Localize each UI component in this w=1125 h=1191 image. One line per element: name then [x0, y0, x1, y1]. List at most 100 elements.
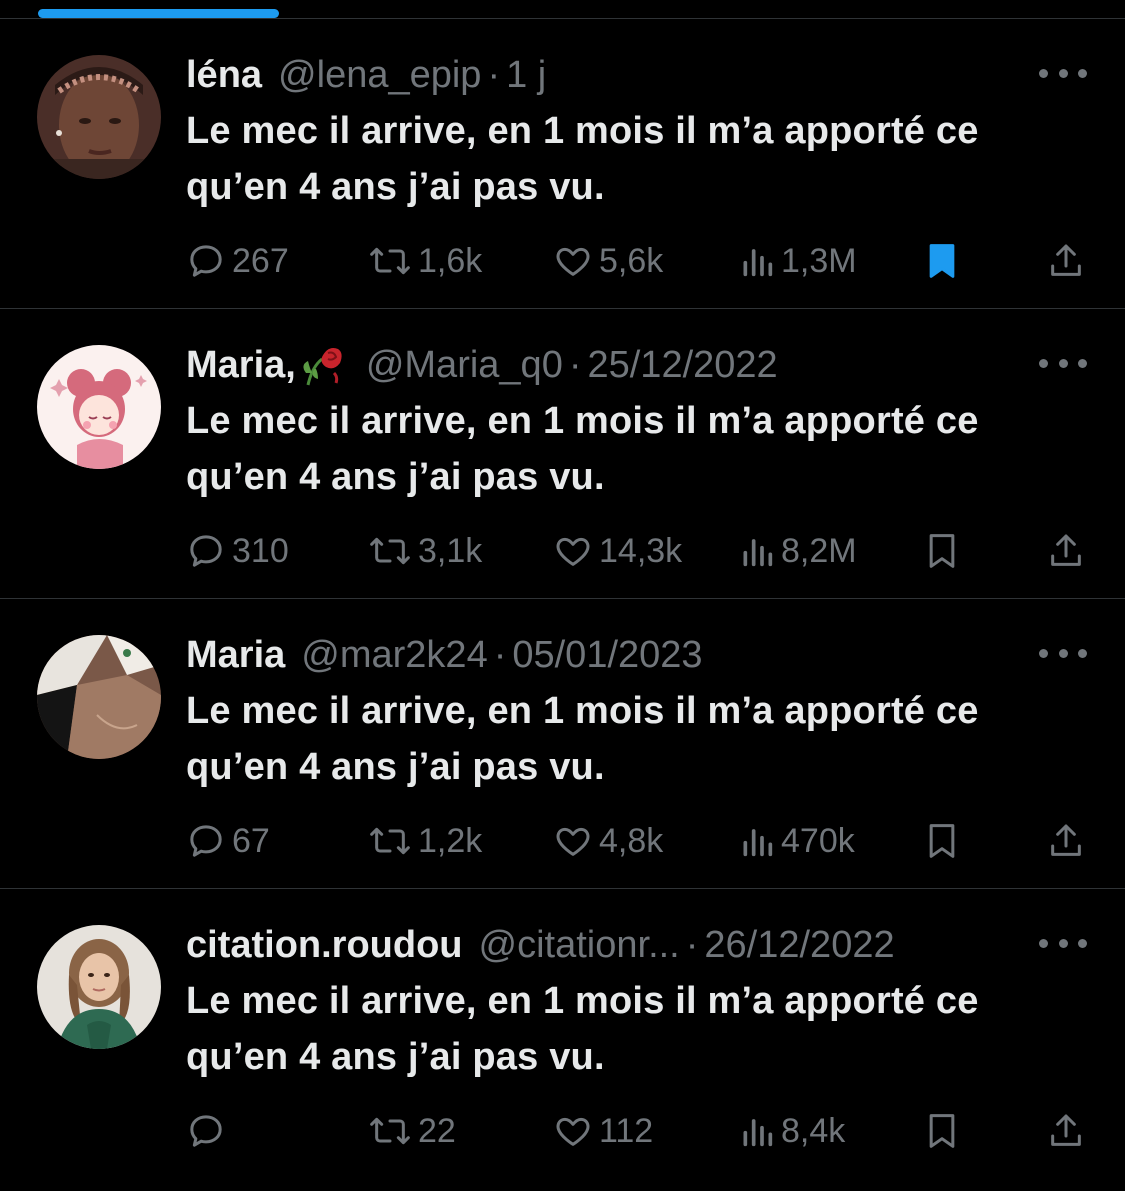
separator-dot: ·: [568, 344, 582, 386]
avatar[interactable]: [37, 55, 161, 179]
views-icon: [743, 539, 773, 567]
share-button[interactable]: [1046, 1109, 1086, 1153]
avatar[interactable]: [37, 925, 161, 1049]
bookmark-icon: [929, 824, 955, 858]
share-button[interactable]: [1046, 529, 1086, 573]
tweet-text-line: qu’en 4 ans j’ai pas vu.: [186, 1036, 605, 1078]
retweet-icon: [370, 247, 410, 275]
retweet-icon: [370, 1117, 410, 1145]
user-handle[interactable]: @mar2k24: [301, 631, 487, 679]
retweet-count: 3,1k: [418, 531, 483, 570]
share-icon: [1051, 534, 1081, 566]
tweet[interactable]: Maria, @Maria_q0 · 25/12/2022 Le mec il …: [0, 309, 1125, 599]
share-icon: [1051, 244, 1081, 276]
tweet-header: Maria, @Maria_q0 · 25/12/2022: [186, 341, 1006, 389]
like-count: 5,6k: [599, 241, 664, 280]
retweet-button[interactable]: 1,6k: [368, 239, 482, 283]
views-button[interactable]: 470k: [739, 819, 855, 863]
tweet-header: léna @lena_epip · 1 j: [186, 51, 1006, 99]
tweet[interactable]: Maria @mar2k24 · 05/01/2023 Le mec il ar…: [0, 599, 1125, 889]
tweet-text-line: Le mec il arrive, en 1 mois il m’a appor…: [186, 400, 979, 442]
like-count: 4,8k: [599, 821, 664, 860]
tweet-feed: léna @lena_epip · 1 j Le mec il arrive, …: [0, 19, 1125, 1179]
heart-icon: [556, 537, 590, 566]
tweet-actions: 310 3,1k 14,3k 8,2M: [186, 529, 1086, 573]
reply-icon: [190, 825, 222, 857]
tweet-date[interactable]: 25/12/2022: [587, 341, 777, 389]
tweet-header: Maria @mar2k24 · 05/01/2023: [186, 631, 1006, 679]
retweet-count: 1,2k: [418, 821, 483, 860]
share-button[interactable]: [1046, 239, 1086, 283]
views-count: 470k: [781, 821, 855, 860]
tweet-text-line: Le mec il arrive, en 1 mois il m’a appor…: [186, 690, 979, 732]
bookmark-button[interactable]: [922, 1109, 962, 1153]
retweet-icon: [370, 537, 410, 565]
reply-button[interactable]: 310: [186, 529, 289, 573]
like-button[interactable]: 14,3k: [553, 529, 682, 573]
display-name[interactable]: léna: [186, 51, 262, 99]
more-icon[interactable]: [1039, 61, 1087, 85]
user-handle[interactable]: @lena_epip: [278, 51, 481, 99]
heart-icon: [556, 1117, 590, 1146]
tweet-actions: 67 1,2k 4,8k 470k: [186, 819, 1086, 863]
display-name[interactable]: Maria,: [186, 341, 296, 389]
views-button[interactable]: 8,2M: [739, 529, 857, 573]
views-button[interactable]: 1,3M: [739, 239, 857, 283]
separator-dot: ·: [493, 634, 507, 676]
tweet-date[interactable]: 05/01/2023: [512, 631, 702, 679]
avatar[interactable]: [37, 345, 161, 469]
like-button[interactable]: 4,8k: [553, 819, 663, 863]
top-tab-bar: [0, 0, 1125, 19]
like-count: 112: [599, 1111, 654, 1150]
user-handle[interactable]: @Maria_q0: [366, 341, 563, 389]
tweet[interactable]: léna @lena_epip · 1 j Le mec il arrive, …: [0, 19, 1125, 309]
retweet-button[interactable]: 22: [368, 1109, 456, 1153]
tweet-text: Le mec il arrive, en 1 mois il m’a appor…: [186, 103, 1066, 215]
tweet-text-line: Le mec il arrive, en 1 mois il m’a appor…: [186, 110, 979, 152]
bookmark-button[interactable]: [922, 819, 962, 863]
views-button[interactable]: 8,4k: [739, 1109, 845, 1153]
reply-button[interactable]: [186, 1109, 232, 1153]
views-count: 8,2M: [781, 531, 857, 570]
tweet-actions: 267 1,6k 5,6k 1,3M: [186, 239, 1086, 283]
tweet-text: Le mec il arrive, en 1 mois il m’a appor…: [186, 393, 1066, 505]
tweet-actions: 22 112 8,4k: [186, 1109, 1086, 1153]
more-icon[interactable]: [1039, 931, 1087, 955]
more-icon[interactable]: [1039, 351, 1087, 375]
reply-button[interactable]: 67: [186, 819, 270, 863]
views-icon: [743, 829, 773, 857]
like-button[interactable]: 5,6k: [553, 239, 663, 283]
user-handle[interactable]: @citationr...: [479, 921, 680, 969]
retweet-count: 22: [418, 1111, 456, 1150]
share-icon: [1051, 824, 1081, 856]
reply-icon: [190, 245, 222, 277]
like-count: 14,3k: [599, 531, 683, 570]
retweet-button[interactable]: 3,1k: [368, 529, 482, 573]
tweet-date[interactable]: 26/12/2022: [704, 921, 894, 969]
active-tab-indicator: [38, 9, 279, 18]
reply-icon: [190, 1115, 222, 1147]
bookmark-button[interactable]: [922, 239, 962, 283]
reply-button[interactable]: 267: [186, 239, 289, 283]
display-name[interactable]: Maria: [186, 631, 285, 679]
share-icon: [1051, 1114, 1081, 1146]
separator-dot: ·: [685, 924, 699, 966]
wilted-rose-emoji: [303, 348, 342, 386]
views-count: 8,4k: [781, 1111, 846, 1150]
retweet-count: 1,6k: [418, 241, 483, 280]
bookmark-icon: [929, 244, 955, 278]
share-button[interactable]: [1046, 819, 1086, 863]
bookmark-button[interactable]: [922, 529, 962, 573]
separator-dot: ·: [487, 54, 501, 96]
more-icon[interactable]: [1039, 641, 1087, 665]
tweet-date[interactable]: 1 j: [506, 51, 546, 99]
tweet-header: citation.roudou @citationr... · 26/12/20…: [186, 921, 1006, 969]
avatar[interactable]: [37, 635, 161, 759]
heart-icon: [556, 247, 590, 276]
like-button[interactable]: 112: [553, 1109, 653, 1153]
tweet[interactable]: citation.roudou @citationr... · 26/12/20…: [0, 889, 1125, 1179]
retweet-button[interactable]: 1,2k: [368, 819, 482, 863]
display-name[interactable]: citation.roudou: [186, 921, 463, 969]
tweet-text: Le mec il arrive, en 1 mois il m’a appor…: [186, 683, 1066, 795]
tweet-text: Le mec il arrive, en 1 mois il m’a appor…: [186, 973, 1066, 1085]
